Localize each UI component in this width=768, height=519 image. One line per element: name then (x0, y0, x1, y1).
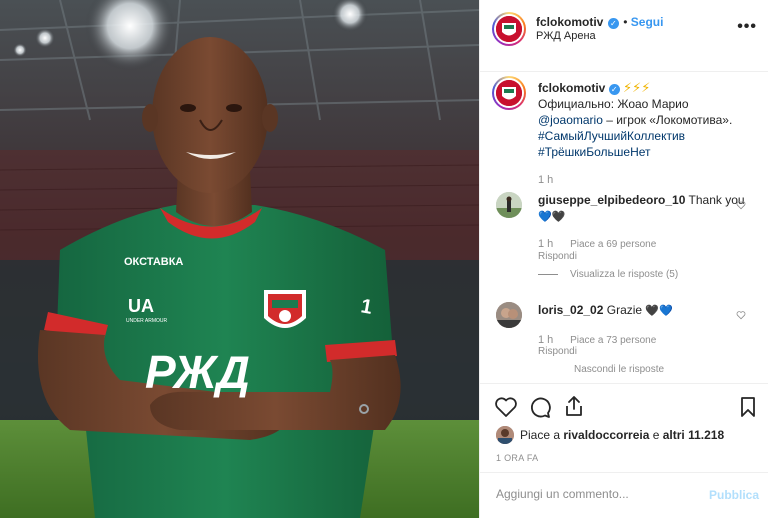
post-timestamp[interactable]: 1 ORA FA (496, 453, 538, 463)
lightning-emoji: ⚡⚡⚡ (623, 80, 651, 95)
reply-button[interactable]: Rispondi (538, 346, 577, 357)
view-replies-label: Visualizza le risposte (5) (570, 269, 679, 280)
likes-summary: Piace a rivaldoccorreia e altri 11.218 (520, 428, 724, 442)
comment-text: Grazie (606, 303, 643, 317)
add-comment-bar: Pubblica (480, 472, 768, 519)
comment-avatar[interactable] (496, 192, 522, 218)
caption-time: 1 h (538, 174, 554, 186)
caption-line-2: – игрок «Локомотива». (602, 113, 733, 127)
view-replies-button[interactable]: Visualizza le risposte (5) (538, 269, 678, 280)
like-comment-heart-icon[interactable] (736, 310, 746, 320)
comment-username[interactable]: giuseppe_elpibedeoro_10 (538, 193, 685, 207)
reply-button[interactable]: Rispondi (538, 251, 577, 262)
lokomotiv-logo-icon (496, 80, 522, 106)
sponsor-kit-text: ОКСТАВКА (124, 256, 183, 268)
comment-likes[interactable]: Piace a 69 persone (570, 239, 656, 250)
heart-emojis: 💙🖤 (538, 211, 566, 223)
svg-text:UA: UA (128, 296, 154, 316)
caption-line-1: Официально: Жоао Марио (538, 97, 689, 111)
add-comment-input[interactable] (494, 486, 698, 502)
comment-bubble-icon[interactable] (528, 395, 552, 419)
liker-avatar[interactable] (496, 426, 514, 444)
user-avatar-icon (496, 192, 522, 218)
hashtag-link-1[interactable]: #СамыйЛучшийКоллектив (538, 128, 753, 144)
lokomotiv-logo-icon (496, 16, 522, 42)
like-heart-icon[interactable] (494, 395, 518, 419)
post-side-panel: fclokomotiv ✓ • Segui РЖД Арена ••• fclo… (479, 0, 768, 518)
likes-prefix: Piace a (520, 428, 564, 442)
comment-username[interactable]: loris_02_02 (538, 303, 603, 317)
follow-button[interactable]: Segui (631, 15, 664, 29)
hide-replies-button[interactable]: Nascondi le risposte (574, 364, 664, 375)
likes-middle: e (649, 428, 663, 442)
post-header: fclokomotiv ✓ • Segui РЖД Арена ••• (480, 0, 768, 72)
replies-divider (538, 273, 558, 275)
verified-badge-icon: ✓ (607, 18, 619, 29)
user-avatar-icon (496, 302, 522, 328)
comment-time: 1 h (538, 238, 554, 250)
verified-badge-icon: ✓ (608, 84, 620, 95)
user-avatar-icon (496, 426, 514, 444)
publish-button[interactable]: Pubblica (709, 488, 759, 502)
location-link[interactable]: РЖД Арена (536, 30, 596, 42)
player-photo: РЖД ОКСТАВКА UA UNDER ARMOUR 1 (0, 0, 479, 518)
svg-text:UNDER ARMOUR: UNDER ARMOUR (126, 318, 168, 324)
account-avatar[interactable] (492, 12, 526, 46)
comment-avatar[interactable] (496, 302, 522, 328)
caption-username[interactable]: fclokomotiv (538, 81, 605, 95)
comment-time: 1 h (538, 334, 554, 346)
hashtag-link-2[interactable]: #ТрёшкиБольшеНет (538, 144, 753, 160)
caption-avatar[interactable] (492, 76, 526, 110)
comment-2: loris_02_02 Grazie 🖤💙 (538, 302, 758, 319)
mention-link[interactable]: @joaomario (538, 113, 603, 127)
comment-likes[interactable]: Piace a 73 persone (570, 335, 656, 346)
lokomotiv-crest (264, 290, 306, 328)
post-caption: fclokomotiv ✓ ⚡⚡⚡ Официально: Жоао Марио… (538, 80, 753, 188)
share-icon[interactable] (562, 394, 586, 418)
post-photo[interactable]: РЖД ОКСТАВКА UA UNDER ARMOUR 1 (0, 0, 479, 518)
more-options-icon[interactable]: ••• (737, 18, 757, 36)
heart-emojis: 🖤💙 (645, 305, 673, 317)
account-username[interactable]: fclokomotiv (536, 15, 603, 29)
save-bookmark-icon[interactable] (736, 395, 760, 419)
separator-dot: • (623, 15, 631, 29)
liker-username[interactable]: rivaldoccorreia (563, 428, 649, 442)
comment-1: giuseppe_elpibedeoro_10 Thank you 💙🖤 (538, 192, 758, 225)
sponsor-rzd-text: РЖД (145, 346, 250, 398)
likes-others-link[interactable]: altri 11.218 (663, 428, 724, 442)
like-comment-heart-icon[interactable] (736, 200, 746, 210)
